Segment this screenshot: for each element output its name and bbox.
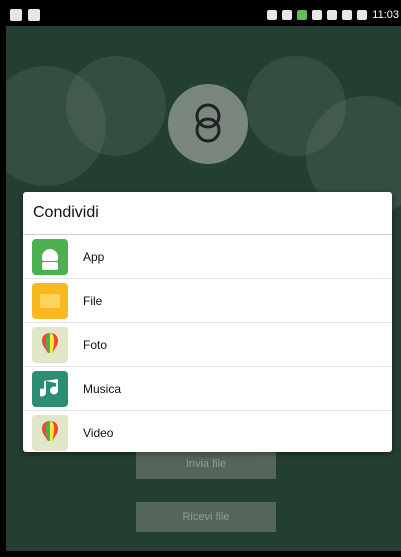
share-item-app[interactable]: App <box>23 235 392 279</box>
calendar-notification-icon <box>10 9 22 21</box>
share-item-photo[interactable]: Foto <box>23 323 392 367</box>
share-item-label: Video <box>83 425 114 440</box>
gallery-balloon-icon <box>32 414 68 451</box>
share-link-logo <box>168 84 248 164</box>
share-item-video[interactable]: Video <box>23 411 392 454</box>
sim-icon <box>297 10 308 20</box>
share-item-label: Musica <box>83 381 122 396</box>
dialog-title: Condividi <box>23 192 392 235</box>
share-dialog: Condividi App File Foto Musica Video <box>23 192 392 452</box>
signal2-icon <box>342 10 353 20</box>
share-item-label: File <box>83 293 103 308</box>
status-time: 11:03 <box>372 9 399 21</box>
window-notification-icon <box>28 9 40 21</box>
android-app-icon <box>32 238 68 275</box>
share-link-icon <box>195 103 221 143</box>
gallery-balloon-icon <box>32 326 68 363</box>
receive-file-button[interactable]: Ricevi file <box>136 502 276 532</box>
screen: 11:03 Invia file Ricevi file Condividi A… <box>6 6 401 551</box>
sim2-icon <box>327 10 338 20</box>
bg-bubble <box>66 56 166 156</box>
mute-icon <box>282 10 293 20</box>
share-item-file[interactable]: File <box>23 279 392 323</box>
share-item-label: App <box>83 249 105 264</box>
share-item-label: Foto <box>83 337 108 352</box>
signal-icon <box>312 10 323 20</box>
vibrate-icon <box>267 10 278 20</box>
folder-icon <box>32 282 68 319</box>
music-note-icon <box>32 370 68 407</box>
share-item-music[interactable]: Musica <box>23 367 392 411</box>
battery-icon <box>357 10 368 20</box>
status-bar: 11:03 <box>6 6 401 26</box>
